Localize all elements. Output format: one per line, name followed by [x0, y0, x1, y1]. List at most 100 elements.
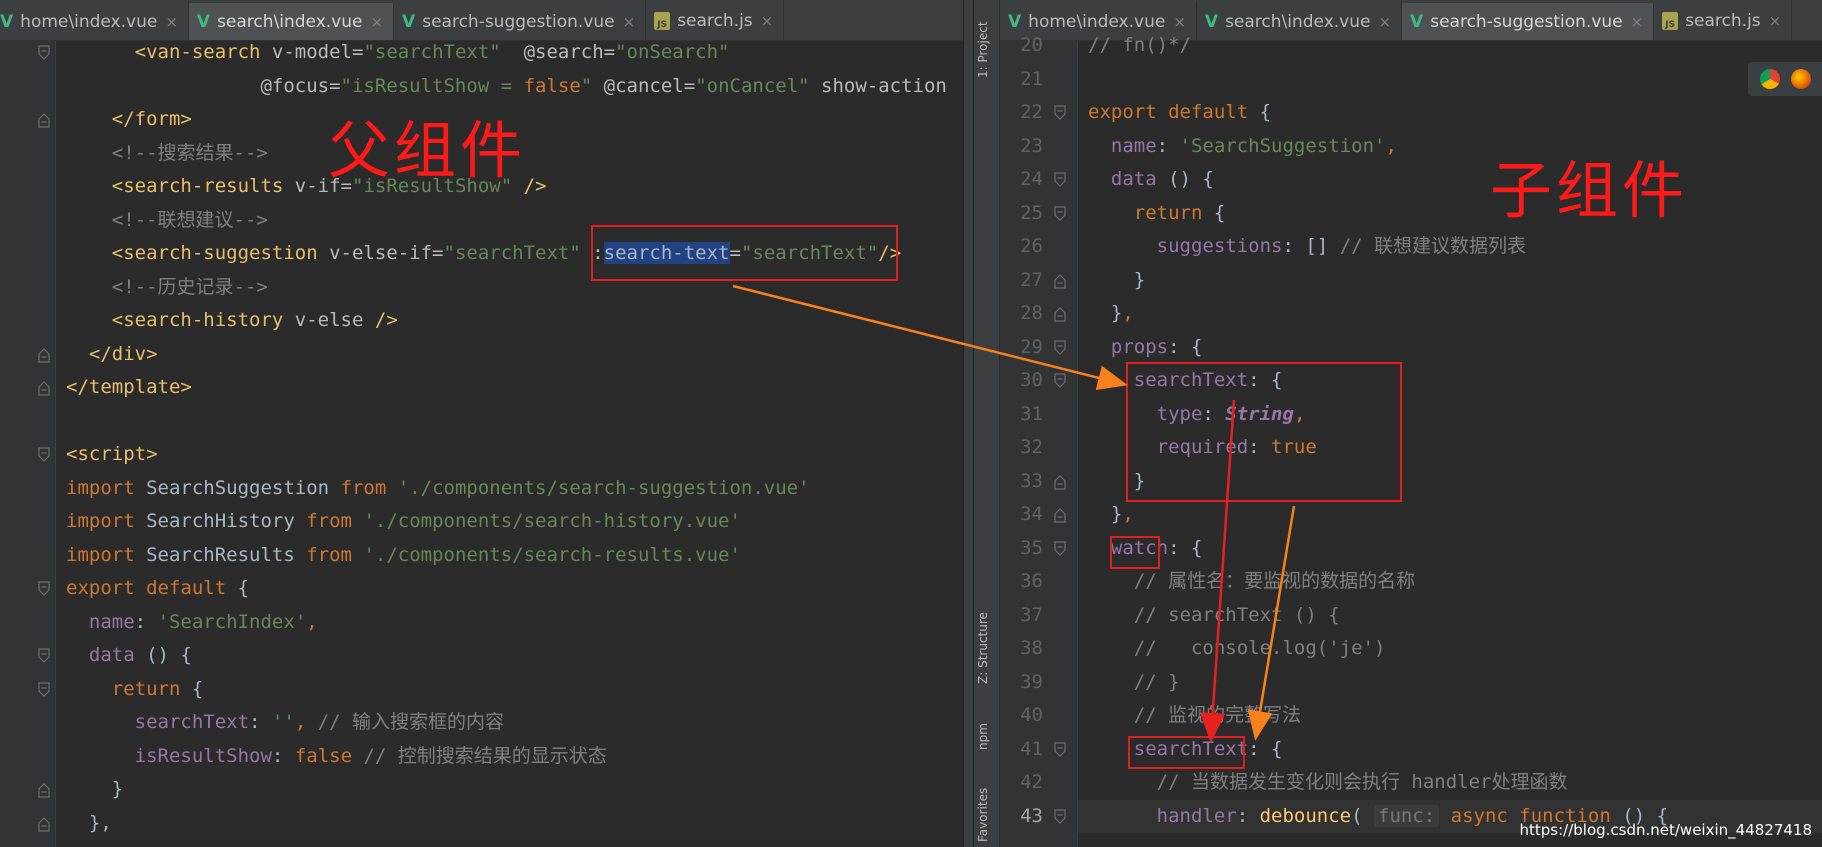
line-number: 22: [1020, 101, 1043, 123]
code-token: from: [306, 543, 364, 566]
code-token: />: [363, 309, 398, 331]
close-icon[interactable]: ×: [761, 12, 774, 30]
fold-marker-icon[interactable]: [38, 816, 50, 832]
fold-marker-icon[interactable]: [38, 447, 50, 463]
code-token: SearchHistory: [146, 510, 307, 532]
fold-marker-icon[interactable]: [38, 347, 50, 363]
close-icon[interactable]: ×: [165, 13, 178, 31]
code-token: v-else: [294, 309, 364, 331]
fold-marker-icon[interactable]: [1054, 373, 1066, 389]
fold-marker-icon[interactable]: [1054, 105, 1066, 121]
line-number: 29: [1020, 335, 1043, 358]
code-token: }: [66, 778, 124, 800]
code-token: : []: [1282, 235, 1340, 257]
fold-marker-icon[interactable]: [1054, 205, 1066, 222]
child-component-label: 子组件: [1490, 154, 1689, 227]
tab-label: search.js: [1685, 10, 1761, 31]
fold-marker-icon[interactable]: [38, 112, 50, 128]
vue-file-icon: V: [196, 11, 211, 32]
chrome-icon[interactable]: [1759, 69, 1780, 89]
code-line: name: 'SearchIndex',: [56, 606, 963, 640]
code-token: : {: [1168, 536, 1203, 559]
code-token: }: [1088, 268, 1146, 291]
code-token: // 属性名：要监视的数据的名称: [1133, 570, 1416, 592]
code-token: ": [580, 74, 604, 97]
code-token: props: [1110, 335, 1169, 358]
editor-tab[interactable]: Vsearch-suggestion.vue ×: [394, 1, 647, 40]
code-token: false: [523, 74, 581, 97]
fold-marker-icon[interactable]: [38, 681, 50, 698]
code-token: <van-search: [134, 41, 272, 63]
code-line: return {: [56, 673, 963, 707]
line-number: 33: [1020, 469, 1043, 492]
code-token: <!--联想建议-->: [111, 208, 268, 231]
fold-marker-icon[interactable]: [1054, 339, 1066, 356]
structure-tool-button[interactable]: Z: Structure: [976, 598, 998, 698]
code-token: ,: [1122, 503, 1134, 525]
code-token: :: [271, 744, 295, 767]
code-token: name: [88, 610, 135, 633]
fold-marker-icon[interactable]: [1054, 273, 1066, 289]
editor-tab[interactable]: JS search.js ×: [646, 0, 785, 40]
code-token: // console.log('je'): [1133, 637, 1386, 659]
vue-file-icon: V: [0, 11, 14, 32]
code-token: v-model=: [271, 41, 364, 63]
fold-marker-icon[interactable]: [1054, 540, 1066, 557]
npm-tool-button[interactable]: npm: [976, 712, 998, 762]
code-token: data: [1110, 168, 1169, 190]
fold-marker-icon[interactable]: [1054, 474, 1066, 490]
code-token: SearchSuggestion: [146, 476, 341, 499]
code-token: // 控制搜索结果的显示状态: [363, 744, 607, 767]
code-line: import SearchResults from './components/…: [56, 539, 963, 573]
code-line: import SearchSuggestion from './componen…: [56, 472, 963, 506]
code-token: './components/search-history.vue': [363, 510, 741, 532]
line-number: 40: [1020, 704, 1043, 726]
project-tool-button[interactable]: 1: Project: [976, 10, 998, 90]
code-line: export default {: [1078, 96, 1822, 130]
fold-marker-icon[interactable]: [38, 581, 50, 597]
fold-marker-icon[interactable]: [38, 782, 50, 798]
editor-tab[interactable]: Vhome\index.vue ×: [0, 1, 189, 40]
fold-marker-icon[interactable]: [38, 380, 50, 396]
code-token: ,: [1122, 302, 1134, 324]
code-token: </div>: [88, 342, 158, 365]
fold-marker-icon[interactable]: [1054, 172, 1066, 188]
code-token: }: [1088, 302, 1123, 324]
close-icon[interactable]: ×: [370, 13, 383, 31]
close-icon[interactable]: ×: [1631, 13, 1644, 31]
fold-marker-icon[interactable]: [1054, 741, 1066, 758]
code-token: func:: [1374, 804, 1440, 827]
fold-marker-icon[interactable]: [1054, 306, 1066, 322]
close-icon[interactable]: ×: [1378, 13, 1391, 31]
close-icon[interactable]: ×: [623, 13, 636, 31]
tab-label: search.js: [677, 10, 753, 31]
close-icon[interactable]: ×: [1769, 12, 1782, 30]
fold-marker-icon[interactable]: [38, 45, 50, 61]
line-number: 20: [1020, 34, 1043, 56]
code-line: }: [56, 773, 963, 807]
line-number: 27: [1020, 268, 1043, 291]
code-line: },: [1078, 498, 1822, 532]
line-number: 28: [1020, 302, 1043, 324]
line-number: 38: [1020, 637, 1043, 659]
line-number: 32: [1020, 436, 1043, 458]
editor-splitter[interactable]: [963, 0, 974, 847]
close-icon[interactable]: ×: [1173, 13, 1186, 31]
fold-marker-icon[interactable]: [1054, 808, 1066, 825]
favorites-tool-button[interactable]: Favorites: [976, 782, 998, 847]
fold-marker-icon[interactable]: [38, 648, 50, 664]
code-token: // fn()*/: [1088, 34, 1191, 56]
fold-marker-icon[interactable]: [1054, 507, 1066, 523]
code-line: props: {: [1078, 331, 1822, 365]
prop-binding-highlight-box: [591, 225, 898, 281]
firefox-icon[interactable]: [1790, 69, 1811, 89]
code-line: // 属性名：要监视的数据的名称: [1078, 565, 1822, 599]
